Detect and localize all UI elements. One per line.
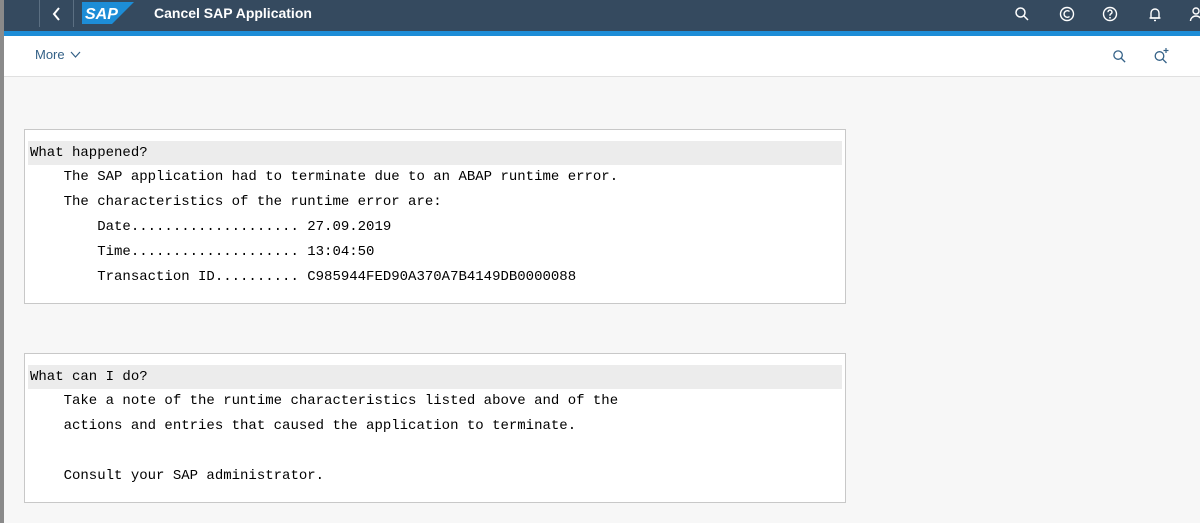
svg-text:SAP: SAP [85,6,118,23]
panel-heading: What can I do? [28,365,842,389]
text-line: actions and entries that caused the appl… [30,418,577,434]
chevron-down-icon [70,51,81,58]
back-button[interactable] [39,0,74,27]
date-line: Date.................... 27.09.2019 [30,219,392,235]
left-edge [0,0,4,523]
panel-heading: What happened? [28,141,842,165]
find-next-icon[interactable] [1151,45,1173,67]
toolbar: More [4,36,1200,77]
notifications-icon[interactable] [1145,4,1165,24]
what-happened-panel: What happened? The SAP application had t… [24,129,846,304]
what-can-i-do-panel: What can I do? Take a note of the runtim… [24,353,846,503]
sap-logo[interactable]: SAP [82,2,134,24]
text-line: Take a note of the runtime characteristi… [30,393,619,409]
text-line: Consult your SAP administrator. [30,468,325,484]
text-line: The characteristics of the runtime error… [30,194,442,210]
more-label: More [35,47,65,62]
time-line: Time.................... 13:04:50 [30,244,375,260]
chevron-left-icon [52,6,60,21]
shell-bar: SAP Cancel SAP Application [0,0,1200,33]
user-icon[interactable] [1186,4,1200,24]
text-line: The SAP application had to terminate due… [30,169,619,185]
app-title: Cancel SAP Application [154,5,312,21]
copilot-icon[interactable] [1057,4,1077,24]
search-icon[interactable] [1012,4,1032,24]
text-line [28,439,842,464]
more-button[interactable]: More [35,47,81,62]
find-icon[interactable] [1108,45,1130,67]
transaction-id-line: Transaction ID.......... C985944FED90A37… [30,269,577,285]
help-icon[interactable] [1100,4,1120,24]
